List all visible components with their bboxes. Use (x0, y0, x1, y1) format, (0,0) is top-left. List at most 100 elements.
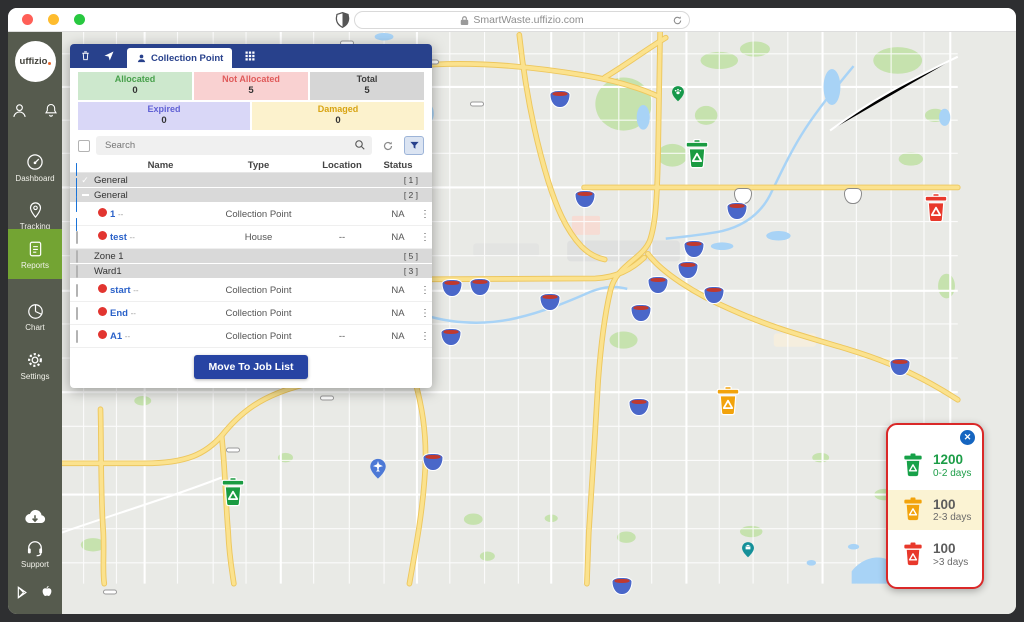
poi-pin[interactable] (740, 541, 757, 563)
row-checkbox[interactable] (76, 307, 78, 320)
cloud-download-icon (23, 508, 47, 526)
row-checkbox[interactable] (76, 231, 78, 244)
sidebar-label: Dashboard (8, 174, 62, 183)
row-name-link[interactable]: A1 (110, 331, 122, 342)
play-store-icon[interactable] (16, 585, 30, 600)
row-name-link[interactable]: General (94, 190, 128, 201)
row-status: NA (378, 331, 418, 342)
table-row[interactable]: 1 -- Collection Point NA ⋮ (70, 203, 432, 226)
row-menu-kebab[interactable]: ⋮ (418, 308, 432, 319)
table-row[interactable]: End -- Collection Point NA ⋮ (70, 302, 432, 325)
legend-item: 100 2-3 days (888, 490, 982, 531)
navigate-tab-icon[interactable] (103, 50, 115, 62)
trash-bin-icon (902, 542, 924, 567)
legend-item: 100 >3 days (888, 534, 982, 575)
bin-tab-icon[interactable] (80, 50, 91, 62)
row-menu-kebab[interactable]: ⋮ (418, 209, 432, 220)
row-name-link[interactable]: Ward1 (94, 266, 122, 277)
row-checkbox[interactable] (76, 250, 78, 263)
url-text: SmartWaste.uffizio.com (473, 14, 583, 26)
stat-total: Total5 (310, 72, 424, 100)
minimize-window-button[interactable] (48, 14, 59, 25)
select-all-checkbox[interactable] (78, 140, 90, 152)
row-name-link[interactable]: start (110, 285, 131, 296)
grid-tab-icon[interactable] (244, 50, 256, 62)
row-checkbox[interactable] (76, 284, 78, 297)
bell-icon[interactable] (43, 102, 59, 119)
close-window-button[interactable] (22, 14, 33, 25)
row-subtext: -- (131, 309, 136, 318)
waste-bin-marker[interactable] (220, 477, 247, 513)
trash-bin-icon (902, 453, 924, 478)
table-row[interactable]: A1 -- Collection Point -- NA ⋮ (70, 325, 432, 348)
sidebar-label: Chart (8, 323, 62, 332)
gauge-icon (25, 152, 45, 172)
waste-bin-marker[interactable] (923, 193, 950, 229)
sidebar-item-reports[interactable]: Reports (8, 229, 62, 279)
table-header: Name Type Location Status (70, 159, 432, 173)
waste-bin-marker[interactable] (715, 386, 742, 422)
trash-bin-icon (684, 139, 711, 170)
table-row[interactable]: Ward1 ⋮ [ 3 ] (70, 264, 432, 279)
table-row[interactable]: test -- House -- NA ⋮ (70, 226, 432, 249)
sidebar-item-chart[interactable]: Chart (8, 302, 62, 332)
location-pin-icon (26, 200, 45, 220)
table-row[interactable]: General ⋮ [ 2 ] (70, 188, 432, 203)
filter-button[interactable] (404, 136, 424, 155)
sidebar-download-app[interactable] (8, 508, 62, 526)
reload-icon[interactable] (672, 15, 683, 26)
row-name-link[interactable]: Zone 1 (94, 251, 124, 262)
row-name-link[interactable]: End (110, 308, 128, 319)
sidebar-item-settings[interactable]: Settings (8, 350, 62, 381)
sidebar-label: Support (8, 560, 62, 569)
sidebar-item-support[interactable]: Support (8, 538, 62, 569)
map-canvas[interactable]: Collection Point Allocated0 Not Allocate… (62, 32, 1016, 614)
sidebar-item-dashboard[interactable]: Dashboard (8, 152, 62, 183)
row-status: NA (378, 308, 418, 319)
row-menu-kebab[interactable]: ⋮ (418, 285, 432, 296)
sidebar-item-tracking[interactable]: Tracking (8, 200, 62, 231)
pie-chart-icon (26, 302, 45, 321)
store-links (8, 584, 62, 602)
stat-damaged: Damaged0 (252, 102, 424, 130)
legend-close-icon[interactable]: ✕ (960, 430, 975, 445)
apple-icon[interactable] (40, 584, 54, 600)
row-type: Collection Point (211, 285, 306, 296)
refresh-button[interactable] (378, 136, 398, 155)
table-row[interactable]: General ⋮ [ 1 ] (70, 173, 432, 188)
maximize-window-button[interactable] (74, 14, 85, 25)
logo-text: uffizio (20, 56, 48, 67)
row-checkbox[interactable] (76, 197, 94, 231)
browser-shield-icon[interactable] (335, 12, 350, 28)
table-row[interactable]: Zone 1 ⋮ [ 5 ] (70, 249, 432, 264)
move-to-job-list-button[interactable]: Move To Job List (194, 355, 309, 379)
user-icon[interactable] (11, 102, 28, 119)
table-row[interactable]: start -- Collection Point NA ⋮ (70, 279, 432, 302)
search-input[interactable] (96, 136, 372, 155)
poi-pin[interactable] (367, 458, 389, 485)
row-name-link[interactable]: test (110, 232, 127, 243)
row-checkbox[interactable] (76, 265, 78, 278)
row-name-link[interactable]: General (94, 175, 128, 186)
status-dot (98, 307, 107, 316)
poi-pin[interactable] (670, 85, 687, 107)
row-name-link[interactable]: 1 (110, 209, 115, 220)
stat-allocated: Allocated0 (78, 72, 192, 100)
row-menu-kebab[interactable]: ⋮ (418, 232, 432, 243)
row-checkbox[interactable] (76, 330, 78, 343)
waste-bin-marker[interactable] (684, 139, 711, 175)
col-location: Location (306, 160, 378, 171)
gear-icon (25, 350, 45, 370)
collection-point-panel: Collection Point Allocated0 Not Allocate… (70, 44, 432, 388)
panel-tabbar: Collection Point (70, 44, 432, 68)
person-icon (136, 53, 147, 64)
row-menu-kebab[interactable]: ⋮ (418, 331, 432, 342)
row-type: Collection Point (211, 331, 306, 342)
tab-collection-point[interactable]: Collection Point (127, 48, 232, 68)
search-icon[interactable] (354, 139, 366, 151)
row-location: -- (306, 331, 378, 342)
headset-icon (25, 538, 45, 558)
status-dot (98, 330, 107, 339)
address-bar[interactable]: SmartWaste.uffizio.com (354, 11, 690, 29)
uffizio-logo[interactable]: uffizio (15, 41, 56, 82)
